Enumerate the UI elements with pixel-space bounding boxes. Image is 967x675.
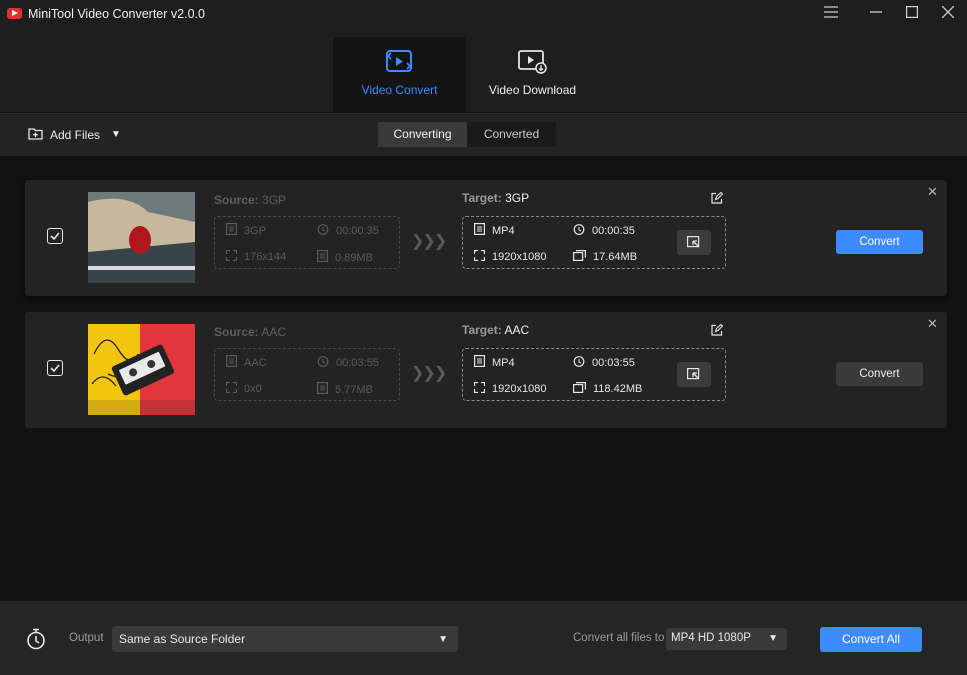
convert-button[interactable]: Convert	[836, 230, 923, 254]
file-size-icon	[317, 382, 329, 397]
video-download-icon	[518, 49, 548, 80]
edit-target-icon[interactable]	[711, 323, 724, 341]
source-format: 3GP	[226, 223, 266, 238]
close-window-icon[interactable]	[937, 4, 959, 24]
tab-video-download[interactable]: Video Download	[466, 37, 599, 112]
convert-button[interactable]: Convert	[836, 362, 923, 386]
file-checkbox[interactable]	[47, 360, 63, 376]
source-duration: 00:03:55	[317, 355, 379, 370]
tab-converted[interactable]: Converted	[467, 122, 556, 147]
edit-target-icon[interactable]	[711, 191, 724, 209]
target-duration: 00:00:35	[573, 223, 635, 238]
add-files-label: Add Files	[50, 128, 101, 142]
format-value: MP4 HD 1080P	[671, 632, 751, 644]
convert-all-files-to-label: Convert all files to	[573, 632, 665, 644]
file-card: Source: AAC AAC 00:03:55 0x0 5.77MB ❯❯❯ …	[25, 312, 947, 428]
format-select[interactable]: MP4 HD 1080P ▼	[666, 628, 787, 650]
clock-icon	[317, 223, 329, 238]
maximize-icon[interactable]	[901, 4, 923, 24]
file-size-icon	[573, 382, 586, 396]
tab-converting[interactable]: Converting	[378, 122, 467, 147]
target-info-box[interactable]: MP4 00:03:55 1920x1080 118.42MB	[462, 348, 726, 401]
target-info-box[interactable]: MP4 00:00:35 1920x1080 17.64MB	[462, 216, 726, 269]
source-info-box: 3GP 00:00:35 176x144 0.89MB	[214, 216, 400, 269]
source-size: 0.89MB	[317, 250, 373, 265]
chevron-down-icon: ▼	[768, 633, 778, 644]
target-size: 118.42MB	[573, 382, 642, 396]
source-size: 5.77MB	[317, 382, 373, 397]
format-icon	[226, 223, 238, 238]
app-title: MiniTool Video Converter v2.0.0	[28, 7, 205, 21]
tab-video-download-label: Video Download	[488, 83, 577, 97]
arrow-chevrons-icon: ❯❯❯	[411, 233, 447, 250]
source-resolution: 0x0	[225, 381, 262, 396]
add-files-button[interactable]: Add Files	[28, 125, 100, 145]
convert-all-button[interactable]: Convert All	[820, 627, 922, 652]
remove-file-icon[interactable]: ✕	[927, 316, 938, 332]
source-label: Source: AAC	[214, 325, 287, 339]
target-label: Target: 3GP	[462, 191, 530, 205]
add-files-dropdown-icon[interactable]: ▼	[111, 129, 121, 140]
arrow-chevrons-icon: ❯❯❯	[411, 365, 447, 382]
menu-icon[interactable]	[820, 4, 842, 24]
source-label: Source: 3GP	[214, 193, 287, 207]
remove-file-icon[interactable]: ✕	[927, 184, 938, 200]
source-duration: 00:00:35	[317, 223, 379, 238]
source-info-box: AAC 00:03:55 0x0 5.77MB	[214, 348, 400, 401]
app-logo-icon	[7, 8, 22, 19]
resolution-icon	[225, 381, 238, 396]
clock-icon	[573, 223, 585, 238]
target-format: MP4	[474, 223, 515, 238]
source-format: AAC	[226, 355, 267, 370]
schedule-timer-icon[interactable]	[26, 628, 46, 655]
target-resolution: 1920x1080	[473, 381, 546, 396]
format-icon	[474, 355, 486, 370]
target-resolution: 1920x1080	[473, 249, 546, 264]
format-icon	[226, 355, 238, 370]
file-card: Source: 3GP 3GP 00:00:35 176x144 0.89MB …	[25, 180, 947, 296]
format-icon	[474, 223, 486, 238]
output-folder-select[interactable]: Same as Source Folder ▼	[112, 626, 458, 652]
resolution-icon	[473, 381, 486, 396]
target-format: MP4	[474, 355, 515, 370]
converting-converted-toggle: Converting Converted	[378, 122, 556, 147]
tab-video-convert[interactable]: Video Convert	[333, 37, 466, 112]
file-size-icon	[317, 250, 329, 265]
video-convert-icon	[385, 49, 413, 80]
target-duration: 00:03:55	[573, 355, 635, 370]
resolution-icon	[225, 249, 238, 264]
resolution-icon	[473, 249, 486, 264]
target-label: Target: AAC	[462, 323, 530, 337]
clock-icon	[573, 355, 585, 370]
audio-thumbnail	[88, 324, 195, 415]
source-resolution: 176x144	[225, 249, 286, 264]
file-size-icon	[573, 250, 586, 264]
add-folder-icon	[28, 127, 43, 143]
output-label: Output	[69, 632, 104, 644]
output-folder-value: Same as Source Folder	[119, 632, 246, 646]
minimize-icon[interactable]	[865, 4, 887, 24]
clock-icon	[317, 355, 329, 370]
video-thumbnail	[88, 192, 195, 283]
target-settings-button[interactable]	[677, 362, 711, 387]
file-checkbox[interactable]	[47, 228, 63, 244]
target-size: 17.64MB	[573, 250, 637, 264]
target-settings-button[interactable]	[677, 230, 711, 255]
chevron-down-icon: ▼	[438, 634, 448, 645]
tab-video-convert-label: Video Convert	[361, 83, 438, 97]
